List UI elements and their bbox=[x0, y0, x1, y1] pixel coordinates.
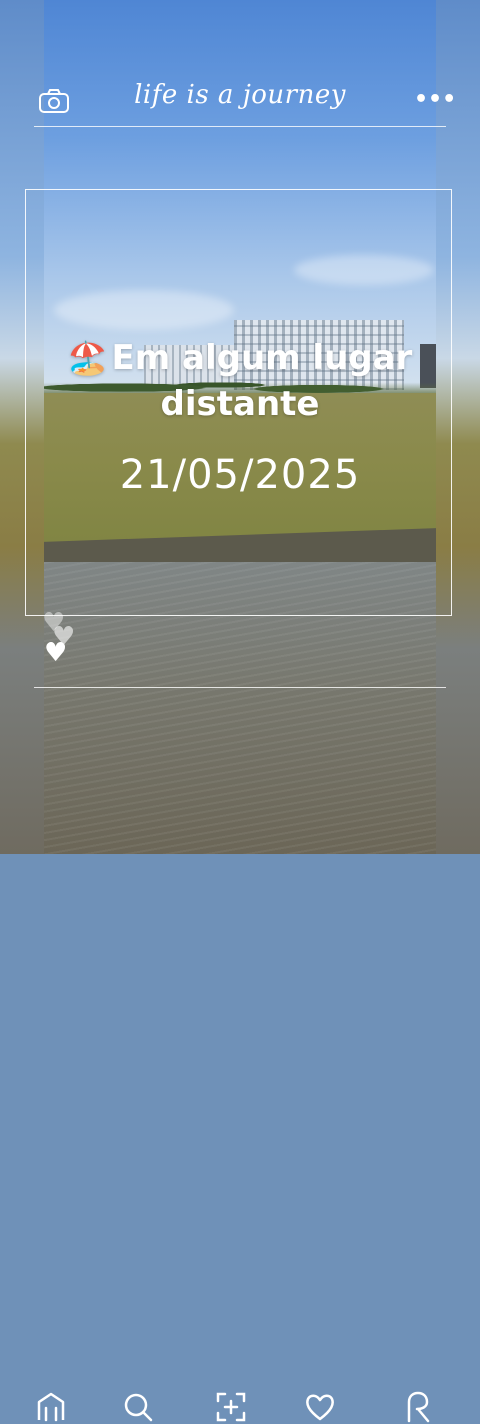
post-title: 🏖️ Em algum lugar distante bbox=[44, 335, 436, 427]
search-icon[interactable] bbox=[121, 1390, 155, 1424]
header-divider bbox=[34, 126, 446, 127]
add-photo-icon[interactable] bbox=[214, 1390, 248, 1424]
header: life is a journey ••• bbox=[0, 0, 480, 130]
bottom-nav bbox=[0, 690, 480, 1423]
home-icon[interactable] bbox=[34, 1390, 68, 1424]
post-date: 21/05/2025 bbox=[119, 452, 361, 498]
post-title-text: Em algum lugar distante bbox=[111, 338, 413, 424]
floating-hearts: ♥ ♥ ♥ bbox=[40, 610, 80, 670]
heart-icon[interactable] bbox=[303, 1390, 337, 1424]
profile-icon[interactable] bbox=[401, 1390, 435, 1424]
beach-umbrella-emoji: 🏖️ bbox=[67, 339, 108, 377]
brand-title: life is a journey bbox=[134, 80, 346, 110]
heart-icon: ♥ bbox=[44, 638, 68, 668]
more-dots-icon[interactable]: ••• bbox=[414, 86, 456, 114]
nav-divider bbox=[34, 687, 446, 688]
